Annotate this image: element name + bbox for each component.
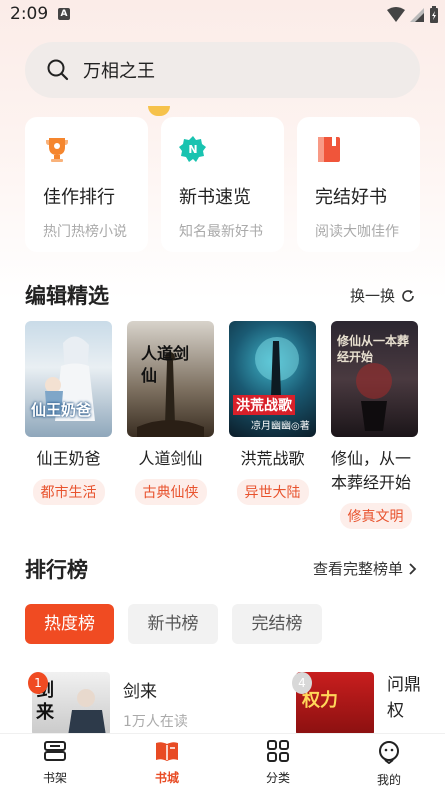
book-title: 修仙，从一本葬经开始 <box>331 449 412 492</box>
profile-icon <box>379 741 399 765</box>
nav-label: 我的 <box>376 773 401 787</box>
refresh-button[interactable]: 换一换 <box>350 285 415 306</box>
nav-bookshelf[interactable]: 书架 <box>25 740 85 786</box>
book-genre-tag: 异世大陆 <box>236 479 309 505</box>
nav-bookstore[interactable]: 书城 <box>137 740 197 786</box>
feature-card-new-books[interactable]: N 新书速览 知名最新好书 <box>161 117 284 252</box>
search-icon <box>47 59 69 81</box>
book-genre-tag: 古典仙侠 <box>134 479 207 505</box>
feature-title: 佳作排行 <box>43 187 115 208</box>
editor-picks-title: 编辑精选 <box>25 284 109 308</box>
bottom-nav: 书架 书城 分类 我的 <box>0 733 445 792</box>
book-card[interactable]: 修仙从一本葬经开始 修仙，从一本葬经开始 修真文明 <box>331 321 420 529</box>
cover-title-text: 仙王奶爸 <box>31 401 92 419</box>
nav-label: 分类 <box>265 771 290 785</box>
search-input[interactable]: 万相之王 <box>83 57 155 83</box>
feature-card-completed[interactable]: 完结好书 阅读大咖佳作 <box>297 117 420 252</box>
notification-icon: A <box>58 8 70 20</box>
bookstore-icon <box>156 742 178 761</box>
book-cover: 洪荒战歌 凉月幽幽◎著 <box>229 321 316 437</box>
book-card[interactable]: 仙王奶爸 仙王奶爸 都市生活 <box>25 321 112 505</box>
book-title: 洪荒战歌 <box>240 449 305 468</box>
feature-subtitle: 热门热榜小说 <box>43 224 127 240</box>
book-cover: 修仙从一本葬经开始 <box>331 321 418 437</box>
book-cover: 人道剑仙 <box>127 321 214 437</box>
see-all-rankings-link[interactable]: 查看完整榜单 <box>313 558 417 579</box>
feature-card-ranking[interactable]: 佳作排行 热门热榜小说 <box>25 117 148 252</box>
search-bar[interactable]: 万相之王 <box>25 42 420 98</box>
cover-title-text: 修仙从一本葬经开始 <box>337 334 410 364</box>
wifi-icon <box>387 7 405 22</box>
chevron-right-icon <box>409 562 417 575</box>
nav-label: 书城 <box>154 771 179 785</box>
status-time: 2:09 <box>10 4 49 24</box>
bookshelf-icon <box>44 741 66 761</box>
cover-author-text: 凉月幽幽◎著 <box>251 421 310 432</box>
book-icon <box>318 137 340 162</box>
book-title: 人道剑仙 <box>138 449 203 468</box>
new-badge-icon: N <box>179 136 206 162</box>
trophy-icon <box>46 138 68 162</box>
nav-label: 书架 <box>42 771 67 785</box>
rank-book-name: 剑来 <box>123 682 157 702</box>
rank-readers: 1万人在读 <box>123 714 188 730</box>
category-icon <box>267 740 289 762</box>
rank-number-badge: 4 <box>292 672 312 694</box>
feature-subtitle: 知名最新好书 <box>179 224 263 240</box>
status-icons <box>387 6 439 24</box>
feature-title: 新书速览 <box>179 187 251 208</box>
ranking-title: 排行榜 <box>25 558 88 582</box>
cover-title-text: 洪荒战歌 <box>233 395 295 415</box>
see-all-label: 查看完整榜单 <box>313 560 404 578</box>
book-genre-tag: 都市生活 <box>32 479 105 505</box>
book-genre-tag: 修真文明 <box>339 503 412 529</box>
tab-hot[interactable]: 热度榜 <box>25 604 114 644</box>
cover-title-text: 人道剑仙 <box>141 344 190 385</box>
tab-completed[interactable]: 完结榜 <box>232 604 322 644</box>
book-card[interactable]: 人道剑仙 人道剑仙 古典仙侠 <box>127 321 214 505</box>
status-bar: 2:09 A <box>0 0 445 32</box>
rank-number-badge: 1 <box>28 672 48 694</box>
feature-title: 完结好书 <box>315 187 387 208</box>
tab-new-books[interactable]: 新书榜 <box>128 604 218 644</box>
nav-profile[interactable]: 我的 <box>359 740 419 788</box>
book-card[interactable]: 洪荒战歌 凉月幽幽◎著 洪荒战歌 异世大陆 <box>229 321 316 505</box>
battery-icon <box>430 6 438 23</box>
svg-text:N: N <box>188 143 197 156</box>
feature-subtitle: 阅读大咖佳作 <box>315 224 399 240</box>
refresh-icon <box>402 289 414 302</box>
nav-category[interactable]: 分类 <box>248 740 308 786</box>
rank-book-name: 问鼎权 <box>387 675 421 721</box>
signal-icon <box>410 8 424 22</box>
refresh-label: 换一换 <box>350 287 396 305</box>
book-title: 仙王奶爸 <box>36 449 101 468</box>
book-cover: 仙王奶爸 <box>25 321 112 437</box>
